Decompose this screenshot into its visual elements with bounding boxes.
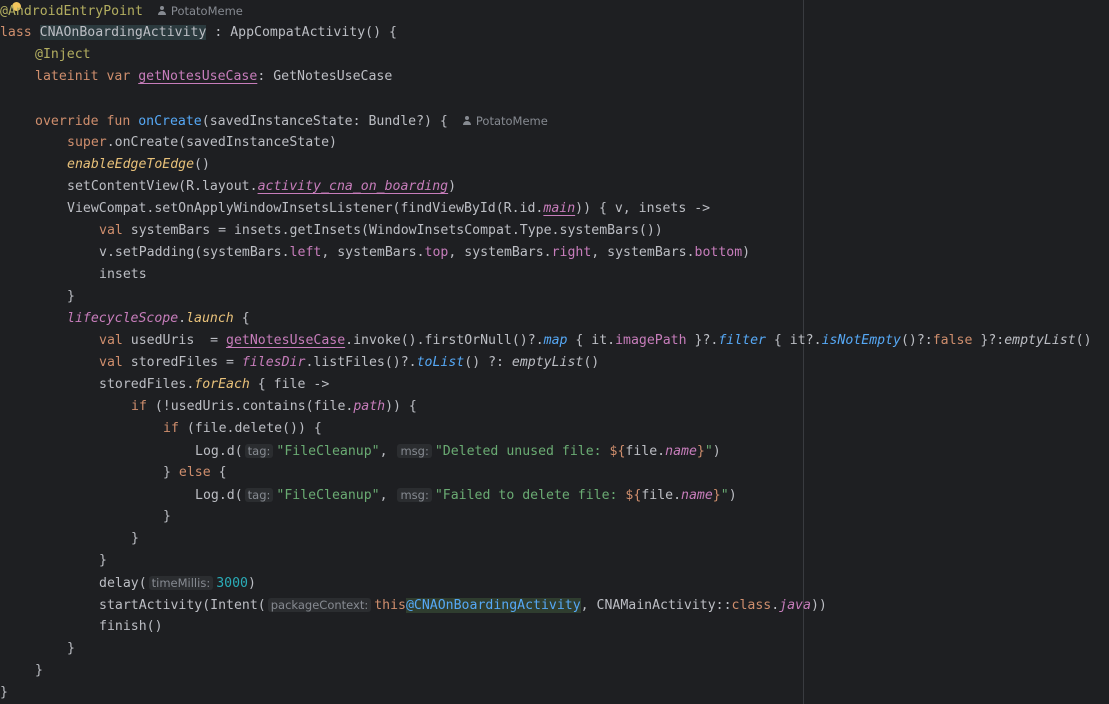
param-hint-package-context: packageContext:	[267, 598, 372, 612]
code-line-32: }	[0, 685, 8, 700]
class-name[interactable]: CNAOnBoardingActivity	[39, 25, 207, 40]
code-line-8: enableEdgeToEdge()	[67, 157, 210, 172]
code-editor[interactable]: @AndroidEntryPoint PotatoMeme class CNAOn…	[0, 0, 1109, 704]
code-line-27: delay(timeMillis: 3000)	[99, 576, 256, 591]
author-inlay[interactable]: PotatoMeme	[476, 114, 548, 128]
code-line-20: if (file.delete()) {	[163, 421, 322, 436]
code-line-6: override fun onCreate(savedInstanceState…	[35, 114, 548, 129]
param-hint-msg: msg:	[397, 488, 432, 502]
code-line-13: insets	[99, 267, 147, 282]
code-line-21: Log.d(tag: "FileCleanup", msg: "Deleted un…	[195, 444, 721, 459]
code-line-25: }	[131, 531, 139, 546]
param-hint-time-millis: timeMillis:	[148, 576, 214, 590]
code-line-24: }	[163, 509, 171, 524]
use-case-variable[interactable]: getNotesUseCase	[138, 69, 257, 84]
person-icon	[157, 6, 167, 16]
code-line-23: Log.d(tag: "FileCleanup", msg: "Failed to …	[195, 488, 737, 503]
code-line-29: finish()	[99, 619, 163, 634]
code-line-9: setContentView(R.layout.activity_cna_on_…	[67, 179, 457, 194]
code-line-11: val systemBars = insets.getInsets(Window…	[99, 223, 663, 238]
code-line-1: @AndroidEntryPoint PotatoMeme	[0, 0, 243, 22]
code-line-14: }	[67, 289, 75, 304]
code-line-10: ViewCompat.setOnApplyWindowInsetsListene…	[67, 201, 711, 216]
code-line-31: }	[35, 663, 43, 678]
code-line-30: }	[67, 641, 75, 656]
code-line-18: storedFiles.forEach { file ->	[99, 377, 330, 392]
code-line-22: } else {	[163, 465, 227, 480]
annotation-android-entry-point: @AndroidEntryPoint	[0, 4, 143, 19]
param-hint-tag: tag:	[244, 488, 274, 502]
author-inlay[interactable]: PotatoMeme	[171, 4, 243, 18]
code-line-7: super.onCreate(savedInstanceState)	[67, 135, 337, 150]
param-hint-msg: msg:	[397, 444, 432, 458]
person-icon	[462, 116, 472, 126]
code-line-19: if (!usedUris.contains(file.path)) {	[131, 399, 417, 414]
code-line-12: v.setPadding(systemBars.left, systemBars…	[99, 245, 751, 260]
code-line-28: startActivity(Intent(packageContext: this…	[99, 598, 827, 613]
code-line-2: class CNAOnBoardingActivity : AppCompatA…	[0, 22, 397, 44]
code-line-17: val storedFiles = filesDir.listFiles()?.…	[99, 355, 600, 370]
class-keyword: class	[0, 25, 32, 40]
code-line-26: }	[99, 553, 107, 568]
code-line-15: lifecycleScope.launch {	[67, 311, 250, 326]
code-line-16: val usedUris = getNotesUseCase.invoke().…	[99, 333, 1092, 348]
code-line-3: @Inject	[35, 47, 91, 62]
param-hint-tag: tag:	[244, 444, 274, 458]
code-line-4: lateinit var getNotesUseCase: GetNotesUs…	[35, 69, 393, 84]
